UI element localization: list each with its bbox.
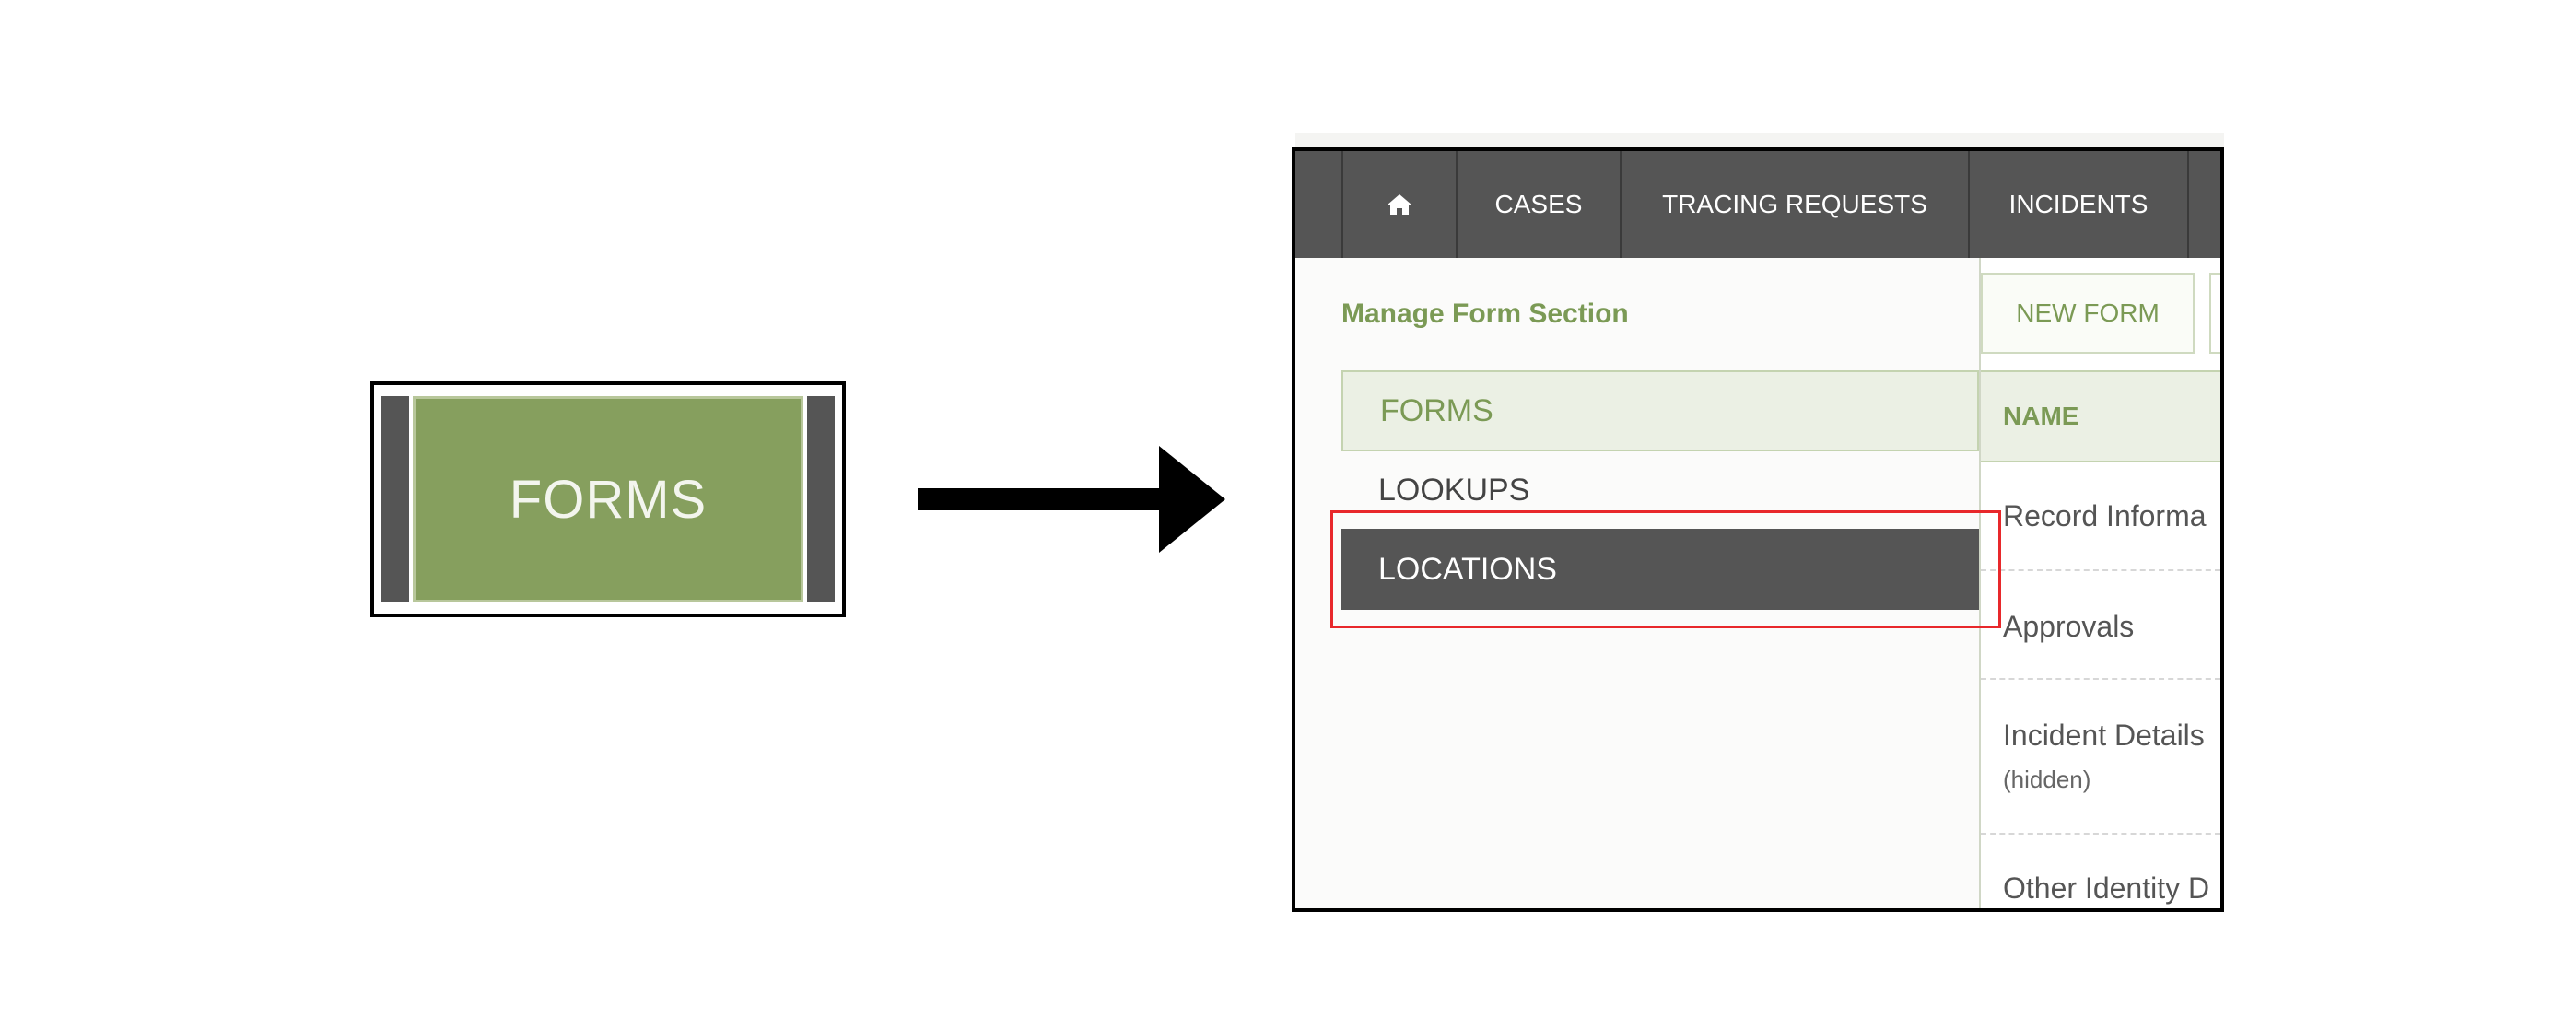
forms-table-panel: NEW FORM NAME Record Informa Approvals I…: [1979, 258, 2220, 908]
new-form-button[interactable]: NEW FORM: [1981, 273, 2195, 354]
row-name: Incident Details: [2003, 719, 2205, 752]
nav-home[interactable]: [1343, 151, 1458, 258]
screenshot-top-edge: [1295, 133, 2224, 147]
top-navigation: CASES TRACING REQUESTS INCIDENTS: [1295, 151, 2220, 258]
nav-left-edge: [1295, 151, 1343, 258]
nav-tracing-requests[interactable]: TRACING REQUESTS: [1622, 151, 1970, 258]
table-row[interactable]: Approvals: [1981, 571, 2220, 680]
row-name: Record Informa: [2003, 499, 2207, 532]
table-row[interactable]: Other Identity D: [1981, 835, 2220, 908]
nav-cases[interactable]: CASES: [1458, 151, 1622, 258]
row-name: Other Identity D: [2003, 871, 2210, 905]
table-row[interactable]: Incident Details (hidden): [1981, 680, 2220, 835]
sidebar-item-forms[interactable]: FORMS: [1341, 370, 1979, 451]
page-title: Manage Form Section: [1341, 298, 1629, 329]
right-arrow-icon: [918, 446, 1225, 553]
locations-highlight-box: [1330, 510, 2001, 628]
home-icon: [1387, 194, 1412, 215]
toolbar-button-partial[interactable]: [2209, 273, 2220, 354]
row-hidden-note: (hidden): [2003, 766, 2091, 793]
table-row[interactable]: Record Informa: [1981, 462, 2220, 571]
row-name: Approvals: [2003, 610, 2135, 643]
callout-left-bar: [381, 396, 409, 602]
forms-button-callout: FORMS: [370, 381, 846, 617]
callout-right-bar: [807, 396, 835, 602]
forms-nav-button[interactable]: FORMS: [413, 396, 803, 602]
nav-incidents[interactable]: INCIDENTS: [1970, 151, 2189, 258]
admin-screenshot: CASES TRACING REQUESTS INCIDENTS Manage …: [1292, 147, 2224, 912]
table-header-name: NAME: [1981, 370, 2220, 462]
